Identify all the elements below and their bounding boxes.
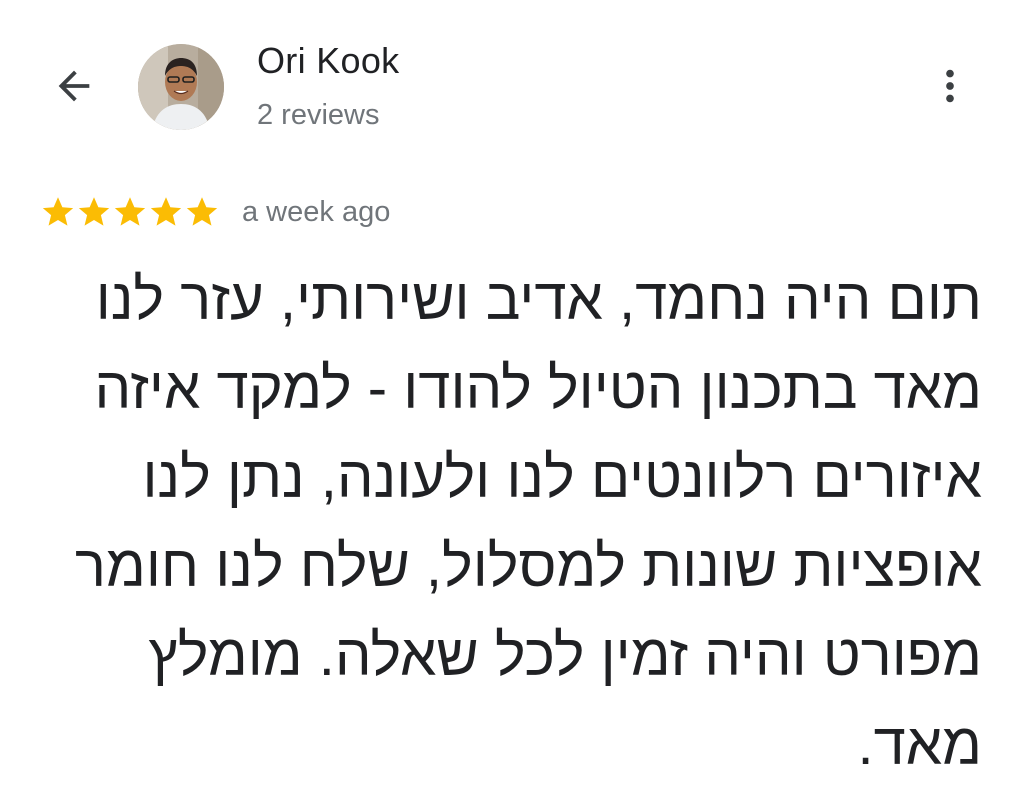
review-time: a week ago bbox=[242, 195, 391, 228]
avatar-photo bbox=[138, 44, 224, 130]
avatar[interactable] bbox=[138, 44, 224, 130]
more-vert-icon bbox=[946, 69, 954, 103]
star-icon bbox=[186, 197, 218, 226]
review-text: תום היה נחמד, אדיב ושירותי, עזר לנו מאד … bbox=[75, 267, 982, 777]
arrow-back-icon bbox=[58, 70, 90, 102]
star-icon bbox=[78, 197, 110, 226]
star-icon bbox=[114, 197, 146, 226]
more-options-button[interactable] bbox=[926, 62, 974, 110]
back-button[interactable] bbox=[46, 58, 102, 114]
review-header: Ori Kook 2 reviews bbox=[0, 0, 1024, 160]
rating-row: a week ago bbox=[40, 192, 390, 232]
star-icon bbox=[42, 197, 74, 226]
star-rating bbox=[40, 194, 220, 230]
reviewer-name[interactable]: Ori Kook bbox=[257, 40, 399, 82]
star-icon bbox=[150, 197, 182, 226]
reviewer-reviews-count: 2 reviews bbox=[257, 99, 380, 131]
